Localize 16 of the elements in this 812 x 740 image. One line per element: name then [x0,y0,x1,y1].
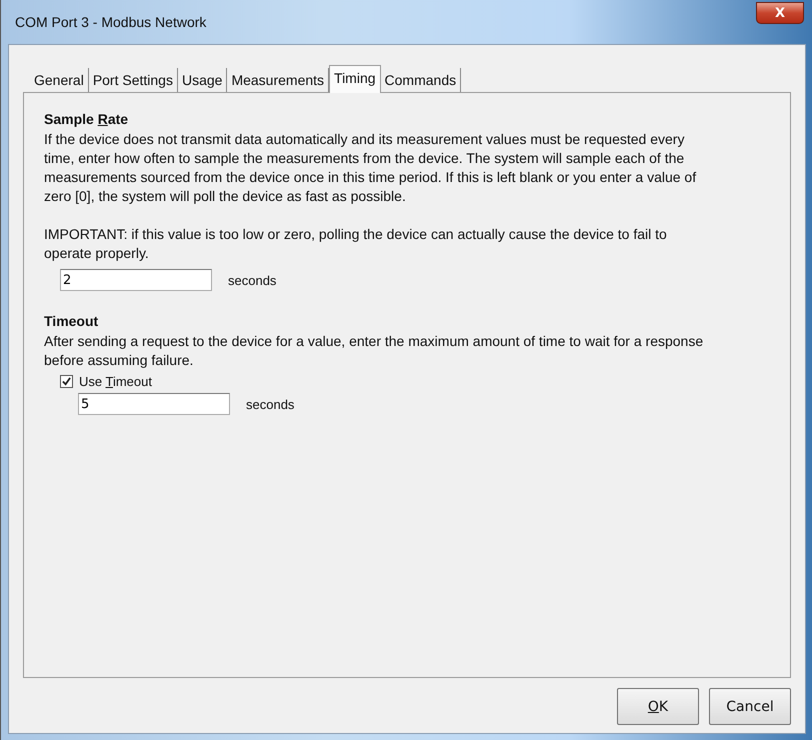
description-text: If the device does not transmit data automatically and its measurement values must be requested every time, enter how often to sample the measurements from the device. The system will sample each of the measurements sourced from the device once in this time period. If this is left blank or you enter a value of zero [0], the system will poll the device as fast as possible. [44,130,698,206]
section-heading: Sample Rate [44,111,130,127]
close-button[interactable]: X [756,2,804,24]
unit-label: seconds [228,272,276,288]
section-heading: Timeout [44,313,100,329]
window-title: COM Port 3 - Modbus Network [15,14,206,30]
sample-rate-field[interactable]: 2 [60,269,212,291]
unit-label: seconds [246,396,294,412]
cancel-button[interactable]: Cancel [709,688,791,725]
checkbox[interactable] [60,375,73,388]
timeout-field[interactable]: 5 [78,393,230,415]
warning-text: IMPORTANT: if this value is too low or zero, polling the device can actually cause the device to fail to operate properly. [44,225,668,263]
use-timeout-checkbox[interactable]: Use Timeout [44,374,152,389]
ok-button[interactable]: OK [617,688,699,725]
description-text: After sending a request to the device for a value, enter the maximum amount of time to wait for a response before assuming failure. [44,332,704,370]
tab[interactable]: Timing [329,65,381,93]
